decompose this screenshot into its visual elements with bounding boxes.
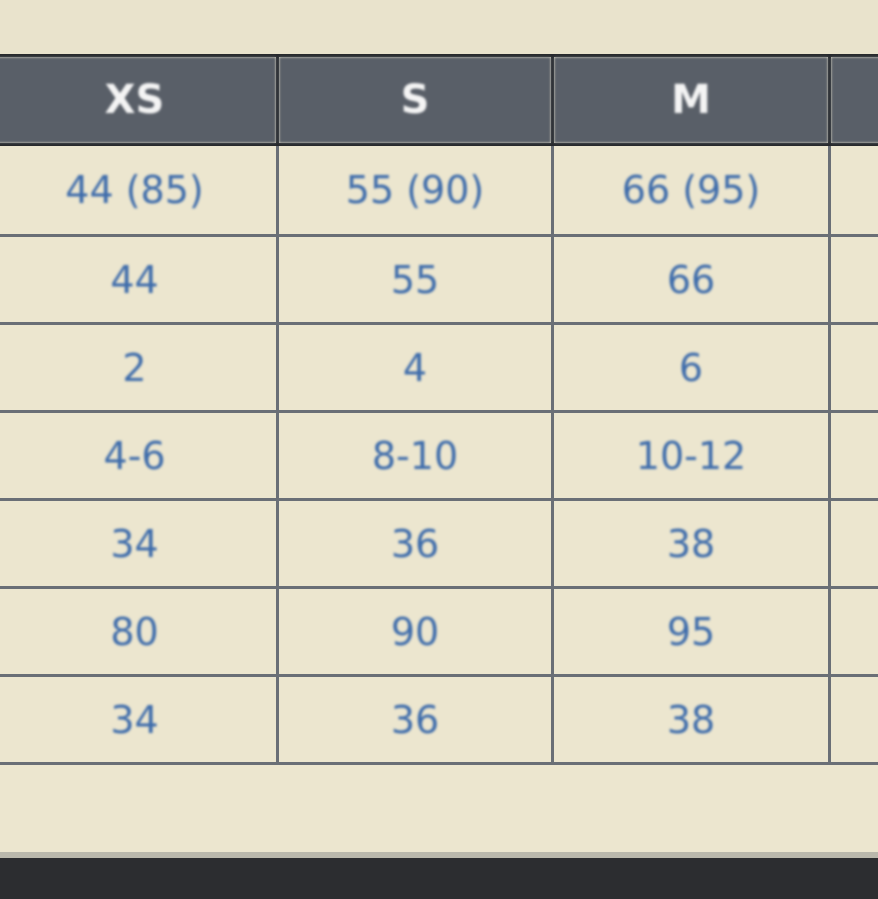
header-cell-xs[interactable]: XS xyxy=(0,54,279,146)
header-row: XS S M xyxy=(0,54,878,146)
table-row: 80 90 95 xyxy=(0,586,878,677)
size-chart-table: XS S M 44 (85) 55 (90) 66 (95) 44 55 66 xyxy=(0,54,878,765)
table-cell[interactable] xyxy=(828,586,878,677)
table-cell[interactable]: 34 xyxy=(0,498,279,589)
spreadsheet-view: XS S M 44 (85) 55 (90) 66 (95) 44 55 66 xyxy=(0,0,878,858)
table-cell[interactable]: 8-10 xyxy=(276,410,554,501)
table-row: 34 36 38 xyxy=(0,674,878,765)
table-row: 44 55 66 xyxy=(0,234,878,325)
table-row: 2 4 6 xyxy=(0,322,878,413)
table-cell[interactable]: 80 xyxy=(0,586,279,677)
table-cell[interactable]: 4-6 xyxy=(0,410,279,501)
table-cell[interactable]: 95 xyxy=(551,586,831,677)
table-cell[interactable]: 66 xyxy=(551,234,831,325)
table-cell[interactable]: 55 (90) xyxy=(276,143,554,237)
table-cell[interactable]: 90 xyxy=(276,586,554,677)
table-cell[interactable] xyxy=(828,674,878,765)
table-cell[interactable]: 44 (85) xyxy=(0,143,279,237)
sheet-margin xyxy=(0,0,878,54)
table-cell[interactable] xyxy=(828,498,878,589)
table-cell[interactable]: 38 xyxy=(551,674,831,765)
table-cell[interactable] xyxy=(828,410,878,501)
table-cell[interactable]: 10-12 xyxy=(551,410,831,501)
table-cell[interactable]: 34 xyxy=(0,674,279,765)
table-cell[interactable]: 44 xyxy=(0,234,279,325)
table-header: XS S M xyxy=(0,54,878,146)
header-cell-m[interactable]: M xyxy=(551,54,831,146)
table-row: 4-6 8-10 10-12 xyxy=(0,410,878,501)
table-cell[interactable]: 36 xyxy=(276,498,554,589)
table-row: 44 (85) 55 (90) 66 (95) xyxy=(0,143,878,237)
table-cell[interactable] xyxy=(828,234,878,325)
size-chart-table-container: XS S M 44 (85) 55 (90) 66 (95) 44 55 66 xyxy=(0,54,878,765)
table-cell[interactable] xyxy=(828,143,878,237)
table-cell[interactable]: 55 xyxy=(276,234,554,325)
header-cell-partial[interactable] xyxy=(828,54,878,146)
header-cell-s[interactable]: S xyxy=(276,54,554,146)
table-cell[interactable]: 38 xyxy=(551,498,831,589)
monitor-bezel xyxy=(0,858,878,899)
table-body: 44 (85) 55 (90) 66 (95) 44 55 66 2 4 6 4… xyxy=(0,143,878,765)
table-cell[interactable]: 36 xyxy=(276,674,554,765)
table-cell[interactable]: 4 xyxy=(276,322,554,413)
table-cell[interactable]: 66 (95) xyxy=(551,143,831,237)
table-cell[interactable]: 2 xyxy=(0,322,279,413)
table-cell[interactable]: 6 xyxy=(551,322,831,413)
table-cell[interactable] xyxy=(828,322,878,413)
table-row: 34 36 38 xyxy=(0,498,878,589)
